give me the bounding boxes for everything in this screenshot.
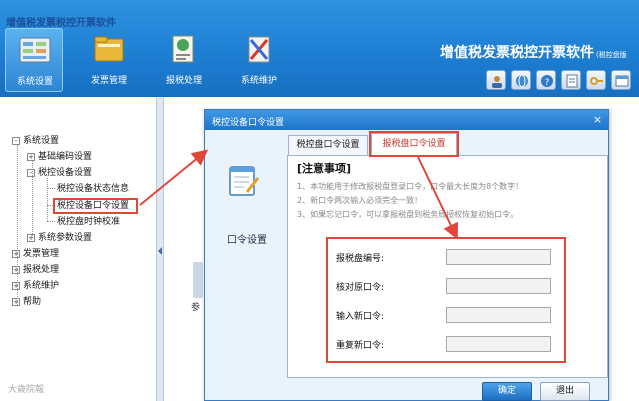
expand-toggle-icon[interactable]: + [12, 298, 20, 306]
network-button[interactable] [511, 70, 531, 90]
document-button[interactable] [561, 70, 581, 90]
tree-item-label: 税控盘时钟校准 [57, 217, 121, 227]
tree-item-system-maintenance[interactable]: + 系统维护 [12, 280, 59, 292]
help-button[interactable]: ? [536, 70, 556, 90]
tree-item-label: 发票管理 [23, 249, 60, 259]
tree-item-tax-device-settings[interactable]: - 税控设备设置 [27, 167, 92, 179]
tree-item-label: 帮助 [23, 297, 42, 307]
maintenance-tools-icon [248, 36, 270, 63]
tree-item-invoice-management[interactable]: + 发票管理 [12, 248, 59, 260]
tree-item-system-settings[interactable]: - 系统设置 [12, 135, 59, 147]
user-icon [492, 76, 502, 88]
tree-item-system-parameters[interactable]: + 系统参数设置 [27, 232, 92, 244]
tree-item-label: 基础编码设置 [38, 152, 93, 162]
panel-splitter[interactable] [157, 97, 164, 401]
toolbar-label: 报税处理 [165, 76, 202, 86]
new-password-field[interactable] [446, 307, 551, 323]
confirm-password-field[interactable] [446, 336, 551, 352]
tree-title: 增值税发票税控开票软件 [6, 18, 116, 29]
help-icon: ? [541, 75, 553, 88]
toolbar-system-maintenance-button[interactable]: 系统维护 [230, 28, 288, 92]
globe-icon [516, 74, 528, 88]
tree-item-device-status[interactable]: 税控设备状态信息 [57, 183, 129, 195]
collapse-toggle-icon[interactable]: - [12, 137, 20, 145]
field-label: 报税盘编号: [336, 254, 385, 264]
notepad-edit-icon [229, 166, 260, 196]
field-label: 输入新口令: [336, 312, 385, 322]
dialog-title: 税控设备口令设置 [212, 118, 285, 128]
tax-report-icon [172, 35, 194, 63]
tree-item-clock-calibration[interactable]: 税控盘时钟校准 [57, 216, 120, 228]
app-title: 增值税发票税控开票软件 [440, 45, 594, 61]
tree-connector [47, 188, 55, 189]
tree-item-basic-codes[interactable]: + 基础编码设置 [27, 151, 92, 163]
tree-item-label: 报税处理 [23, 265, 60, 275]
watermark: 大歲院報 [8, 385, 45, 395]
dialog-side-label: 口令设置 [227, 235, 267, 246]
disk-number-field[interactable] [446, 249, 551, 265]
tree-connector [47, 221, 55, 222]
expand-toggle-icon[interactable]: + [12, 266, 20, 274]
dialog-titlebar[interactable]: 税控设备口令设置 × [205, 110, 608, 130]
dialog-sidebar: 口令设置 [205, 130, 287, 400]
key-button[interactable] [586, 70, 606, 90]
tree-item-tax-report[interactable]: + 报税处理 [12, 264, 59, 276]
toolbar-system-settings-button[interactable]: 系统设置 [5, 28, 63, 92]
old-password-field[interactable] [446, 278, 551, 294]
tree-connector [47, 178, 48, 221]
app-subtitle: (税控盘版 [596, 51, 627, 59]
window-button[interactable] [611, 70, 631, 90]
tree-item-help[interactable]: + 帮助 [12, 296, 41, 308]
settings-panel-icon [19, 37, 51, 63]
expand-toggle-icon[interactable]: + [12, 282, 20, 290]
collapse-toggle-icon[interactable]: - [27, 169, 35, 177]
annotation-highlight-box [369, 131, 459, 157]
toolbar-label: 系统设置 [16, 77, 53, 87]
exit-button[interactable]: 退出 [540, 382, 590, 401]
ok-button[interactable]: 确定 [482, 382, 532, 401]
folder-icon [94, 36, 124, 62]
key-icon [590, 77, 603, 85]
background-label: 参 [191, 303, 201, 313]
tree-item-label: 系统设置 [23, 136, 60, 146]
notice-line: 1、本功能用于修改报税盘登录口令，口令最大长度为8个数字！ [297, 182, 524, 191]
close-button[interactable]: × [591, 113, 604, 126]
toolbar-label: 发票管理 [90, 76, 127, 86]
toolbar-tax-report-button[interactable]: 报税处理 [155, 28, 213, 92]
field-label: 核对原口令: [336, 283, 385, 293]
svg-text:?: ? [545, 78, 550, 88]
expand-toggle-icon[interactable]: + [27, 153, 35, 161]
notice-line: 2、新口令两次输入必须完全一致！ [297, 196, 423, 205]
expand-toggle-icon[interactable]: + [27, 234, 35, 242]
background-widget [193, 262, 203, 298]
notice-line: 3、如果忘记口令，可以拿报税盘到税务局授权恢复初始口令。 [297, 210, 519, 219]
window-icon [615, 75, 629, 87]
expand-toggle-icon[interactable]: + [12, 250, 20, 258]
notice-title: [注意事项] [297, 162, 352, 175]
field-label: 重复新口令: [336, 341, 385, 351]
toolbar-invoice-management-button[interactable]: 发票管理 [80, 28, 138, 92]
document-icon [566, 74, 578, 88]
tree-item-label: 系统参数设置 [38, 233, 93, 243]
annotation-highlight-box [53, 198, 138, 214]
tree-item-label: 税控设备设置 [38, 168, 93, 178]
toolbar-label: 系统维护 [240, 76, 277, 86]
collapse-arrow-icon[interactable] [158, 247, 162, 255]
tree-item-label: 系统维护 [23, 281, 60, 291]
tab-tax-control-disk-password[interactable]: 税控盘口令设置 [288, 135, 368, 155]
tree-item-label: 税控设备状态信息 [57, 184, 130, 194]
user-button[interactable] [486, 70, 506, 90]
